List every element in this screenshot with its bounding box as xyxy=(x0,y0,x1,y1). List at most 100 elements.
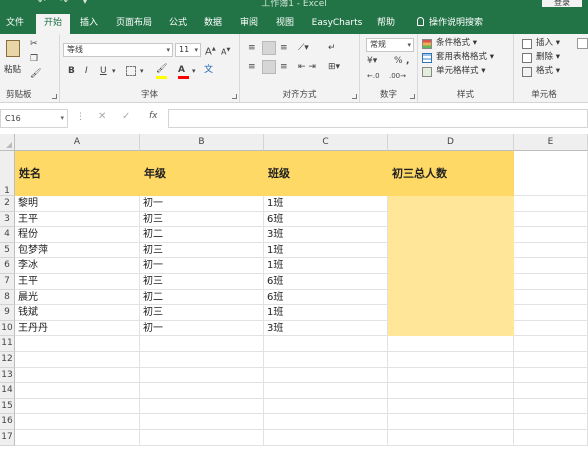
increase-decimal-icon[interactable]: ←.0 xyxy=(367,70,380,82)
tab-view[interactable]: 视图 xyxy=(271,14,299,34)
cell-b4[interactable]: 初二 xyxy=(140,227,264,243)
row-header-6[interactable]: 6 xyxy=(0,258,15,274)
cell-e9[interactable] xyxy=(514,305,588,321)
cell-styles-button[interactable]: 单元格样式 ▾ xyxy=(436,65,485,78)
row-header-11[interactable]: 11 xyxy=(0,336,15,352)
font-size-select[interactable]: 11 ▾ xyxy=(175,43,201,57)
tab-formulas[interactable]: 公式 xyxy=(164,14,192,34)
cell-d16[interactable] xyxy=(388,414,514,430)
cell-c2[interactable]: 1班 xyxy=(264,196,388,212)
grow-font-icon[interactable]: A▲ xyxy=(205,43,216,58)
column-header-a[interactable]: A xyxy=(15,134,140,151)
underline-button[interactable]: U xyxy=(100,65,107,77)
cell-a15[interactable] xyxy=(15,398,140,415)
editing-group-icon[interactable] xyxy=(577,38,588,49)
tell-me-search[interactable]: 操作说明搜索 xyxy=(408,14,492,34)
merge-center-icon[interactable]: ⊞▾ xyxy=(328,61,340,73)
column-header-b[interactable]: B xyxy=(140,134,264,151)
cell-d12[interactable] xyxy=(388,352,514,368)
shrink-font-icon[interactable]: A▼ xyxy=(221,44,230,59)
cell-b15[interactable] xyxy=(140,398,264,415)
indent-icon[interactable]: ⇤ ⇥ xyxy=(298,61,316,73)
align-center-icon[interactable] xyxy=(262,60,276,74)
row-header-4[interactable]: 4 xyxy=(0,227,15,243)
cell-e16[interactable] xyxy=(514,414,588,430)
cell-b5[interactable]: 初三 xyxy=(140,242,264,259)
bold-button[interactable]: B xyxy=(68,65,75,77)
cell-a17[interactable] xyxy=(15,430,140,446)
cell-b2[interactable]: 初一 xyxy=(140,196,264,212)
cell-e6[interactable] xyxy=(514,258,588,274)
cell-c5[interactable]: 1班 xyxy=(264,242,388,259)
cell-d9[interactable] xyxy=(388,305,514,321)
cell-c9[interactable]: 1班 xyxy=(264,305,388,321)
bottom-align-icon[interactable]: ≡ xyxy=(280,42,288,54)
row-header-16[interactable]: 16 xyxy=(0,414,15,430)
cell-b14[interactable] xyxy=(140,383,264,399)
italic-button[interactable]: I xyxy=(85,65,88,77)
number-format-select[interactable]: 常规 ▾ xyxy=(366,38,414,52)
cell-e15[interactable] xyxy=(514,398,588,415)
login-button[interactable]: 登录 xyxy=(542,0,582,7)
cell-b10[interactable]: 初一 xyxy=(140,320,264,337)
cell-b11[interactable] xyxy=(140,336,264,352)
cell-e12[interactable] xyxy=(514,352,588,368)
cell-c10[interactable]: 3班 xyxy=(264,320,388,337)
cell-e3[interactable] xyxy=(514,211,588,228)
format-painter-icon[interactable]: 🖌 xyxy=(30,68,41,80)
insert-function-button[interactable]: fx xyxy=(149,111,158,121)
font-color-icon[interactable]: A xyxy=(178,64,185,76)
cell-b7[interactable]: 初三 xyxy=(140,274,264,290)
cell-c13[interactable] xyxy=(264,367,388,384)
cell-a9[interactable]: 钱斌 xyxy=(15,305,140,321)
cell-c11[interactable] xyxy=(264,336,388,352)
cell-d6[interactable] xyxy=(388,258,514,274)
cell-d7[interactable] xyxy=(388,274,514,290)
cell-e10[interactable] xyxy=(514,320,588,337)
name-box[interactable]: C16 ▾ xyxy=(0,109,68,128)
cell-d2[interactable] xyxy=(388,196,514,212)
cell-b17[interactable] xyxy=(140,430,264,446)
cell-a6[interactable]: 李冰 xyxy=(15,258,140,274)
formula-input[interactable] xyxy=(168,109,588,128)
cell-e4[interactable] xyxy=(514,227,588,243)
cell-c6[interactable]: 1班 xyxy=(264,258,388,274)
tab-help[interactable]: 帮助 xyxy=(372,14,400,34)
cell-a2[interactable]: 黎明 xyxy=(15,196,140,212)
cell-a11[interactable] xyxy=(15,336,140,352)
cell-a12[interactable] xyxy=(15,352,140,368)
tab-insert[interactable]: 插入 xyxy=(74,14,104,34)
insert-cells-button[interactable]: 插入 ▾ xyxy=(536,37,560,50)
currency-icon[interactable]: ¥▾ xyxy=(367,55,377,67)
cell-e11[interactable] xyxy=(514,336,588,352)
top-align-icon[interactable]: ≡ xyxy=(248,42,256,54)
column-header-c[interactable]: C xyxy=(264,134,388,151)
cell-d4[interactable] xyxy=(388,227,514,243)
cell-c16[interactable] xyxy=(264,414,388,430)
cell-a16[interactable] xyxy=(15,414,140,430)
delete-cells-button[interactable]: 删除 ▾ xyxy=(536,51,560,64)
row-header-8[interactable]: 8 xyxy=(0,289,15,306)
row-header-7[interactable]: 7 xyxy=(0,274,15,290)
borders-icon[interactable] xyxy=(126,66,136,76)
row-header-12[interactable]: 12 xyxy=(0,352,15,368)
tab-page-layout[interactable]: 页面布局 xyxy=(110,14,158,34)
cell-a8[interactable]: 晨光 xyxy=(15,289,140,306)
font-name-select[interactable]: 等线 ▾ xyxy=(63,43,173,57)
cell-b16[interactable] xyxy=(140,414,264,430)
wrap-text-icon[interactable]: ↵ xyxy=(328,42,336,54)
tab-home[interactable]: 开始 xyxy=(36,14,70,34)
tab-easycharts[interactable]: EasyCharts xyxy=(307,14,367,34)
cell-c8[interactable]: 6班 xyxy=(264,289,388,306)
row-header-15[interactable]: 15 xyxy=(0,398,15,415)
cell-a1[interactable]: 姓名 xyxy=(15,151,140,196)
cell-a13[interactable] xyxy=(15,367,140,384)
cell-a3[interactable]: 王平 xyxy=(15,211,140,228)
phonetic-icon[interactable]: 文 xyxy=(204,64,213,76)
cell-c15[interactable] xyxy=(264,398,388,415)
cell-c7[interactable]: 6班 xyxy=(264,274,388,290)
row-header-17[interactable]: 17 xyxy=(0,430,15,446)
cell-c14[interactable] xyxy=(264,383,388,399)
cell-d15[interactable] xyxy=(388,398,514,415)
row-header-2[interactable]: 2 xyxy=(0,196,15,212)
